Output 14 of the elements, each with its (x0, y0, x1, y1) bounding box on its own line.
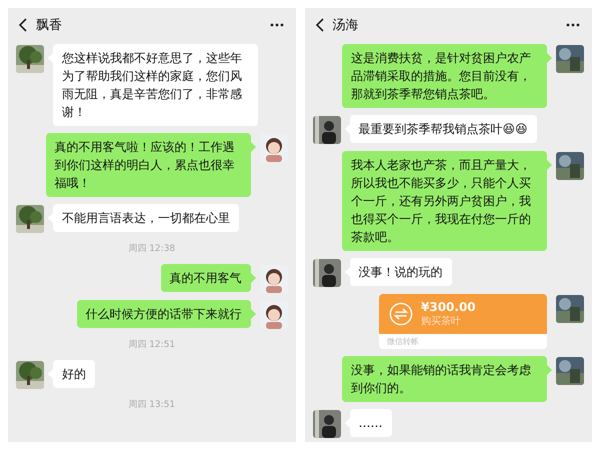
transfer-note: 购买茶叶 (421, 314, 462, 328)
transfer-icon (389, 302, 413, 326)
more-icon[interactable] (566, 23, 580, 27)
chat-title: 汤海 (332, 17, 360, 34)
timestamp: 周四 13:51 (128, 399, 176, 412)
transfer-card[interactable]: ¥300.00 购买茶叶 微信转帐 (379, 294, 547, 349)
timestamp: 周四 12:38 (128, 243, 176, 256)
back-icon[interactable] (18, 18, 28, 32)
more-icon[interactable] (270, 23, 284, 27)
transfer-amount: ¥300.00 (421, 300, 476, 314)
chat-title: 飘香 (36, 17, 63, 34)
timestamp: 周四 12:51 (128, 339, 176, 352)
back-icon[interactable] (314, 18, 324, 32)
transfer-label: 微信转帐 (386, 336, 420, 348)
